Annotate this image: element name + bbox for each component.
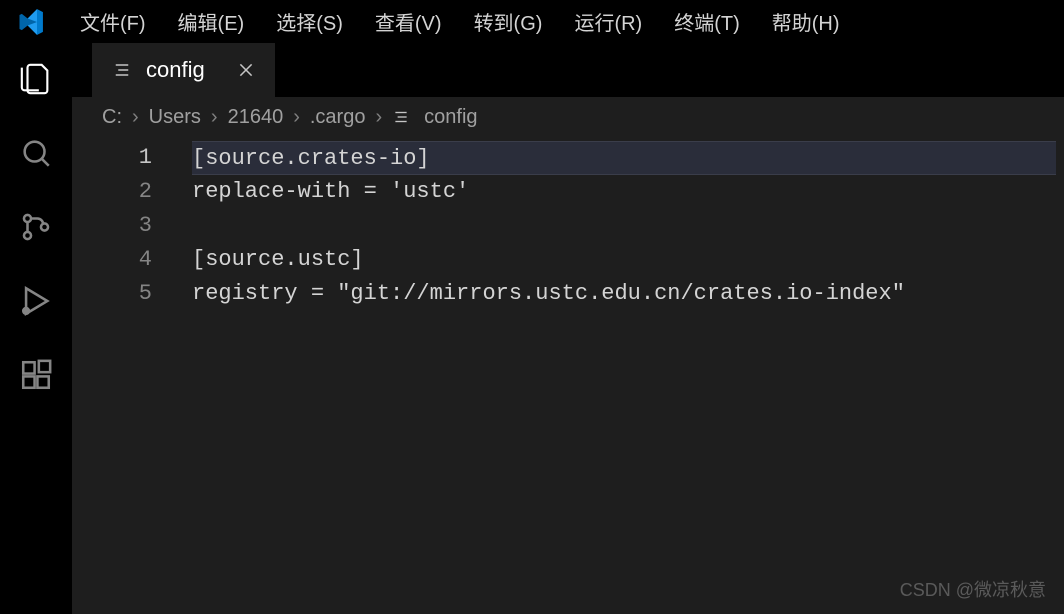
code-line[interactable]: [source.crates-io] — [192, 141, 1056, 175]
chevron-right-icon: › — [289, 106, 304, 129]
line-number: 1 — [72, 141, 152, 175]
watermark: CSDN @微凉秋意 — [900, 576, 1046, 602]
vscode-logo-icon — [16, 8, 44, 36]
menu-bar: 文件(F) 编辑(E) 选择(S) 查看(V) 转到(G) 运行(R) 终端(T… — [64, 1, 856, 42]
tab-config[interactable]: config — [92, 43, 276, 97]
file-config-icon — [392, 108, 410, 126]
close-icon[interactable] — [235, 59, 257, 81]
main-area: config C: › Users › 21640 › .cargo › — [0, 43, 1064, 614]
line-number: 2 — [72, 175, 152, 209]
breadcrumb-item[interactable]: 21640 — [228, 106, 284, 129]
tab-label: config — [146, 57, 205, 83]
line-number: 3 — [72, 209, 152, 243]
explorer-icon[interactable] — [18, 61, 54, 97]
code-area[interactable]: [source.crates-io] replace-with = 'ustc'… — [192, 137, 1064, 614]
code-line[interactable] — [192, 209, 1064, 243]
menu-edit[interactable]: 编辑(E) — [162, 1, 261, 42]
breadcrumb-item[interactable]: C: — [102, 106, 122, 129]
file-config-icon — [112, 60, 132, 80]
code-line[interactable]: [source.ustc] — [192, 243, 1064, 277]
title-bar: 文件(F) 编辑(E) 选择(S) 查看(V) 转到(G) 运行(R) 终端(T… — [0, 0, 1064, 43]
menu-selection[interactable]: 选择(S) — [260, 1, 359, 42]
menu-view[interactable]: 查看(V) — [359, 1, 458, 42]
tabs-container: config — [72, 43, 1064, 97]
extensions-icon[interactable] — [18, 357, 54, 393]
breadcrumb-item[interactable]: Users — [149, 106, 201, 129]
line-number: 4 — [72, 243, 152, 277]
menu-help[interactable]: 帮助(H) — [756, 1, 856, 42]
menu-terminal[interactable]: 终端(T) — [658, 1, 756, 42]
chevron-right-icon: › — [128, 106, 143, 129]
chevron-right-icon: › — [371, 106, 386, 129]
code-line[interactable]: registry = "git://mirrors.ustc.edu.cn/cr… — [192, 277, 1064, 311]
editor-content[interactable]: 1 2 3 4 5 [source.crates-io] replace-wit… — [72, 137, 1064, 614]
run-debug-icon[interactable] — [18, 283, 54, 319]
search-icon[interactable] — [18, 135, 54, 171]
code-line[interactable]: replace-with = 'ustc' — [192, 175, 1064, 209]
menu-go[interactable]: 转到(G) — [458, 1, 559, 42]
menu-file[interactable]: 文件(F) — [64, 1, 162, 42]
menu-run[interactable]: 运行(R) — [558, 1, 658, 42]
chevron-right-icon: › — [207, 106, 222, 129]
editor-area: config C: › Users › 21640 › .cargo › — [72, 43, 1064, 614]
breadcrumb-item[interactable]: .cargo — [310, 106, 366, 129]
source-control-icon[interactable] — [18, 209, 54, 245]
breadcrumbs[interactable]: C: › Users › 21640 › .cargo › config — [72, 97, 1064, 137]
line-numbers-gutter: 1 2 3 4 5 — [72, 137, 192, 614]
activity-bar — [0, 43, 72, 614]
breadcrumb-item[interactable]: config — [424, 106, 477, 129]
line-number: 5 — [72, 277, 152, 311]
